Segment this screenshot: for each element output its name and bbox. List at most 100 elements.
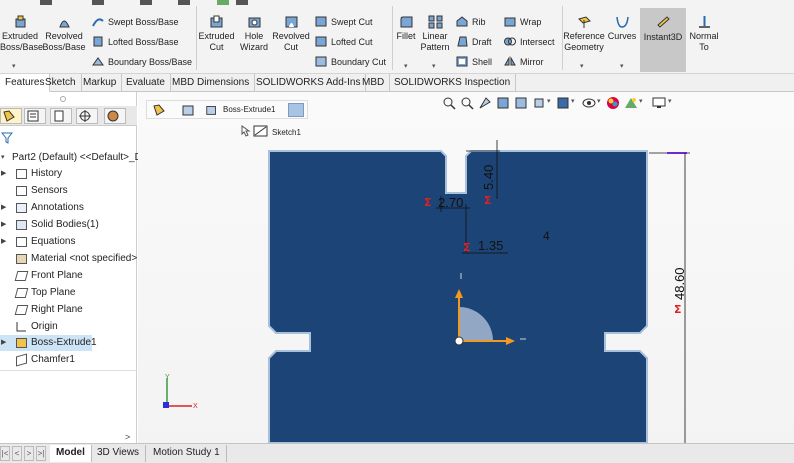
- feature-manager-tab[interactable]: [0, 108, 22, 124]
- fillet-dropdown[interactable]: ▾: [404, 62, 408, 70]
- boundary-boss-icon: [92, 57, 104, 66]
- boss-extrude-icon: [16, 338, 27, 348]
- tab-3d-views[interactable]: 3D Views: [91, 445, 147, 462]
- curves-button[interactable]: Curves: [606, 15, 638, 42]
- nav-last-icon[interactable]: >|: [36, 446, 46, 461]
- dropdown-arrow[interactable]: ▾: [12, 62, 16, 70]
- swept-boss-button[interactable]: Swept Boss/Base: [92, 16, 179, 28]
- tree-item-front-plane[interactable]: Front Plane: [0, 268, 137, 284]
- draft-button[interactable]: Draft: [456, 36, 492, 48]
- plane-icon: [14, 271, 29, 281]
- tab-mbd[interactable]: MBD: [357, 74, 391, 92]
- toolbar-icon[interactable]: [40, 0, 52, 5]
- nav-prev-icon[interactable]: <: [12, 446, 22, 461]
- draft-icon: [457, 36, 468, 47]
- part-model-view[interactable]: 5.40 Σ Σ 2.70 Σ 1.35 4 Σ 48.60 Y X: [138, 92, 794, 443]
- revolved-boss-button[interactable]: Revolved Boss/Base: [42, 15, 86, 53]
- tab-evaluate[interactable]: Evaluate: [121, 74, 171, 92]
- curves-icon: [615, 16, 629, 28]
- toolbar-icon[interactable]: [217, 0, 229, 5]
- nav-next-icon[interactable]: >: [24, 446, 34, 461]
- linear-pattern-button[interactable]: Linear Pattern: [420, 15, 450, 53]
- intersect-button[interactable]: Intersect: [504, 36, 555, 48]
- tree-root-part[interactable]: ▾ Part2 (Default) <<Default>_D: [0, 150, 142, 166]
- lofted-cut-icon: [315, 36, 327, 47]
- revolved-boss-icon: [58, 20, 70, 28]
- toolbar-icon[interactable]: [140, 0, 152, 5]
- plane-icon: [14, 288, 29, 298]
- boundary-boss-button[interactable]: Boundary Boss/Base: [92, 56, 192, 68]
- rib-button[interactable]: Rib: [456, 16, 486, 28]
- mirror-button[interactable]: Mirror: [504, 56, 544, 68]
- tab-solidworks-inspection[interactable]: SOLIDWORKS Inspection: [389, 74, 517, 92]
- rib-icon: [456, 16, 468, 27]
- graphics-area[interactable]: Boss-Extrude1 Sketch1 ▾ ▾ ▾ ▾ ▾ 5.40 Σ Σ…: [138, 92, 794, 443]
- tree-item-equations[interactable]: ▶ Equations: [0, 234, 137, 250]
- swept-cut-button[interactable]: Swept Cut: [315, 16, 373, 28]
- expand-arrow-icon[interactable]: ▶: [1, 234, 6, 250]
- quick-icons-row: [40, 0, 270, 6]
- dimension-48-60[interactable]: 48.60: [672, 267, 687, 300]
- feature-manager-panel: ▾ Part2 (Default) <<Default>_D ▶ History …: [0, 92, 142, 443]
- dimension-1-35[interactable]: 1.35: [478, 238, 503, 253]
- pattern-dropdown[interactable]: ▾: [432, 62, 436, 70]
- configuration-manager-tab[interactable]: [50, 108, 72, 124]
- expand-arrow-icon[interactable]: ▶: [1, 335, 6, 351]
- fillet-button[interactable]: Fillet: [394, 15, 418, 42]
- fillet-icon: [400, 16, 412, 28]
- reference-geometry-button[interactable]: Reference Geometry: [563, 15, 605, 53]
- tree-item-sensors[interactable]: Sensors: [0, 183, 137, 199]
- display-manager-tab[interactable]: [104, 108, 126, 124]
- tab-markup[interactable]: Markup: [78, 74, 123, 92]
- tree-item-boss-extrude1[interactable]: ▶ Boss-Extrude1: [0, 335, 97, 351]
- curves-dropdown[interactable]: ▾: [620, 62, 624, 70]
- expand-arrow-icon[interactable]: ▶: [1, 200, 6, 216]
- boundary-cut-button[interactable]: Boundary Cut: [315, 56, 386, 68]
- shell-icon: [456, 56, 468, 67]
- expand-arrow-icon[interactable]: ▶: [1, 166, 6, 182]
- toolbar-icon[interactable]: [92, 0, 104, 5]
- expand-arrow-icon[interactable]: ▶: [1, 217, 6, 233]
- extruded-cut-button[interactable]: Extruded Cut: [198, 15, 235, 53]
- mirror-icon: [504, 56, 516, 66]
- property-manager-tab[interactable]: [24, 108, 46, 124]
- extruded-boss-button[interactable]: Extruded Boss/Base: [0, 15, 43, 53]
- toolbar-icon[interactable]: [236, 0, 248, 5]
- tree-item-origin[interactable]: Origin: [0, 319, 137, 335]
- lofted-cut-button[interactable]: Lofted Cut: [315, 36, 373, 48]
- dimension-5-40[interactable]: 5.40: [481, 165, 496, 190]
- tree-item-annotations[interactable]: ▶ Annotations: [0, 200, 137, 216]
- lofted-boss-button[interactable]: Lofted Boss/Base: [92, 36, 179, 48]
- tree-item-solid-bodies[interactable]: ▶ Solid Bodies(1): [0, 217, 137, 233]
- shell-button[interactable]: Shell: [456, 56, 492, 68]
- tree-item-chamfer1[interactable]: Chamfer1: [0, 352, 137, 368]
- filter-icon[interactable]: [1, 132, 13, 144]
- tab-motion-study[interactable]: Motion Study 1: [147, 445, 227, 462]
- panel-scroll-right-icon[interactable]: >: [125, 432, 130, 442]
- tree-item-right-plane[interactable]: Right Plane: [0, 302, 137, 318]
- swept-boss-icon: [92, 18, 104, 27]
- tree-item-material[interactable]: Material <not specified>: [0, 251, 137, 267]
- tab-mbd-dimensions[interactable]: MBD Dimensions: [167, 74, 256, 92]
- tab-model[interactable]: Model: [50, 445, 92, 462]
- revolved-cut-button[interactable]: Revolved Cut: [272, 15, 310, 53]
- dimension-4[interactable]: 4: [543, 229, 550, 243]
- tab-solidworks-addins[interactable]: SOLIDWORKS Add-Ins: [251, 74, 367, 92]
- swept-cut-icon: [315, 16, 327, 27]
- panel-tabs-toolbar: [0, 106, 137, 126]
- linear-pattern-icon: [428, 15, 442, 29]
- reference-geometry-dropdown[interactable]: ▾: [580, 62, 584, 70]
- hole-wizard-button[interactable]: Hole Wizard: [236, 15, 272, 53]
- instant3d-button[interactable]: Instant3D: [640, 8, 686, 72]
- toolbar-icon[interactable]: [178, 0, 190, 5]
- dimension-2-70[interactable]: 2.70: [438, 195, 463, 210]
- tree-item-top-plane[interactable]: Top Plane: [0, 285, 137, 301]
- nav-first-icon[interactable]: |<: [0, 446, 10, 461]
- dimxpert-manager-tab[interactable]: [76, 108, 98, 124]
- sigma-icon: Σ: [484, 194, 492, 207]
- tree-item-history[interactable]: ▶ History: [0, 166, 137, 182]
- normal-to-button[interactable]: Normal To: [686, 15, 722, 53]
- tab-sketch[interactable]: Sketch: [40, 74, 82, 92]
- collapse-arrow-icon[interactable]: ▾: [1, 150, 5, 166]
- wrap-button[interactable]: Wrap: [504, 16, 541, 28]
